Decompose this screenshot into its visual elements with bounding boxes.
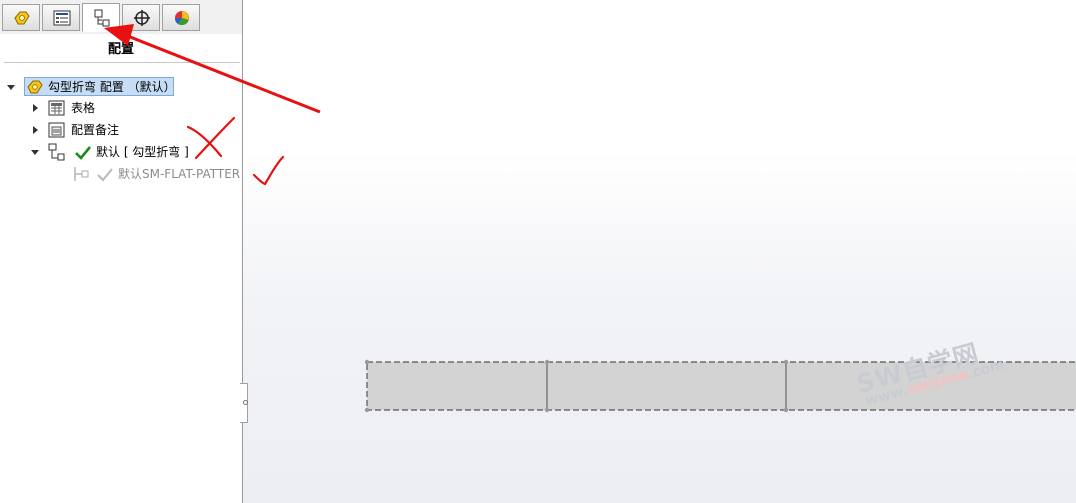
tree-item-default-config[interactable]: 默认 [ 勾型折弯 ] [30,142,230,162]
tree-item-notes[interactable]: 配置备注 [30,120,230,140]
expand-arrow-icon[interactable] [30,103,40,113]
property-manager-icon [53,10,71,26]
expand-arrow-icon[interactable] [30,125,40,135]
title-divider [4,62,240,63]
panel-title: 配置 [107,42,134,57]
dimxpert-icon [134,10,150,26]
collapse-arrow-icon[interactable] [6,82,16,92]
tab-display-manager[interactable] [162,4,200,31]
configuration-manager-panel: 配置 勾型折弯 配置 （默认） 表格 配置备注 默认 [勾型折弯] 默认SM… [0,0,243,503]
tree-item-flat-pattern-label: 默认SM-FLAT-PATTERN [118,167,240,181]
collapse-arrow-icon[interactable] [30,147,40,157]
tab-dimxpert-manager[interactable] [122,4,160,31]
tree-item-notes-label: 配置备注 [71,123,120,137]
table-icon [48,100,65,116]
tab-property-manager[interactable] [42,4,80,31]
part-view [364,359,1076,413]
tab-configuration-manager[interactable] [82,3,120,32]
notes-folder-icon [48,122,65,138]
tree-item-tables[interactable]: 表格 [30,98,230,118]
active-check-icon [75,146,92,160]
tree-item-tables-label: 表格 [71,101,96,115]
tab-feature-manager[interactable] [2,4,40,31]
derived-configuration-icon [74,167,89,181]
tree-item-flat-pattern[interactable]: 默认SM-FLAT-PATTERN [72,164,240,184]
feature-tree-icon [14,11,30,25]
tree-item-default-config-label: 默认 [ 勾型折弯 ] [96,145,189,159]
part-icon [27,80,43,94]
display-manager-icon [174,11,189,26]
configuration-icon [48,143,65,161]
graphics-area[interactable] [243,0,1076,503]
splitter-handle-icon[interactable] [243,400,248,405]
manager-tab-bar [0,0,242,34]
tree-item-root-label: 勾型折弯 配置 （默认） [48,80,176,94]
configuration-manager-icon [94,9,110,27]
tree-item-root[interactable]: 勾型折弯 配置 （默认） [6,77,236,97]
inactive-check-icon [97,168,113,182]
